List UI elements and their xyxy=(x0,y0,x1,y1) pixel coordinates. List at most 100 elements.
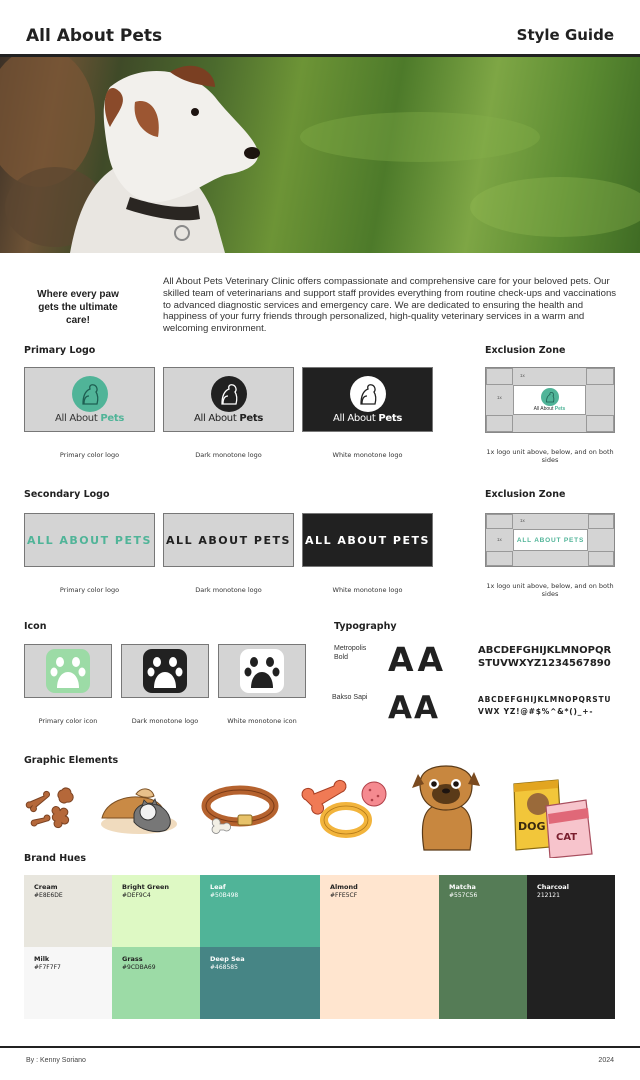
swatch-hex: #468585 xyxy=(210,964,238,971)
chew-toys-icon xyxy=(301,779,387,838)
logo-word-bold: Pets xyxy=(378,412,402,424)
intro-paragraph: All About Pets Veterinary Clinic offers … xyxy=(163,276,617,335)
paw-icon xyxy=(143,649,187,693)
swatch-charcoal: Charcoal 212121 xyxy=(527,875,615,1019)
swatch-name: Matcha xyxy=(449,883,476,891)
font-name-metropolis: Metropolis Bold xyxy=(334,645,367,661)
swatch-grass: Grass #9CDBA69 xyxy=(112,947,200,1019)
font-charset-metropolis: ABCDEFGHIJKLMNOPQR STUVWXYZ1234567890 xyxy=(478,645,612,669)
icon-color-caption: Primary color icon xyxy=(38,717,98,725)
paw-dog-logo-icon xyxy=(349,375,386,412)
primary-logo-dark: All About Pets xyxy=(163,367,294,432)
primary-logo-title: Primary Logo xyxy=(24,345,96,356)
dog-treats-icon xyxy=(25,787,74,829)
swatch-hex: #E8E6DE xyxy=(34,892,63,899)
swatch-milk: Milk #F7F7F7 xyxy=(24,947,112,1019)
exclusion-zone-caption: 1x logo unit above, below, and on both s… xyxy=(486,582,614,598)
primary-logo-color-caption: Primary color logo xyxy=(59,451,120,459)
dog-photo-illustration xyxy=(0,57,640,253)
swatch-name: Cream xyxy=(34,883,58,891)
footer-year: 2024 xyxy=(598,1057,614,1064)
logo-word-regular: All About xyxy=(55,412,98,424)
swatch-hex: #50B498 xyxy=(210,892,239,899)
hero-dog-photo xyxy=(0,57,640,253)
exclusion-zone-logo: All About Pets xyxy=(513,385,586,415)
wordmark: ALL ABOUT PETS xyxy=(305,533,430,547)
swatch-hex: #DEF9C4 xyxy=(122,892,151,899)
swatch-cream: Cream #E8E6DE xyxy=(24,875,112,947)
wordmark: ALL ABOUT PETS xyxy=(27,533,152,547)
swatch-matcha: Matcha #557C56 xyxy=(439,875,527,1019)
swatch-name: Charcoal xyxy=(537,883,569,891)
exclusion-zone-primary-diagram: All About Pets 1x 1x xyxy=(485,367,615,433)
primary-logo-dark-caption: Dark monotone logo xyxy=(195,451,262,459)
sleeping-pets-icon xyxy=(101,788,177,834)
font-charset-bakso: ABCDEFGHIJKLMNOPQRSTU VWX YZ!@#$%^&*()_+… xyxy=(478,695,612,716)
wordmark: ALL ABOUT PETS xyxy=(516,536,585,544)
swatch-hex: #9CDBA69 xyxy=(122,964,156,971)
paw-dog-logo-icon xyxy=(210,375,247,412)
swatch-hex: #F7F7F7 xyxy=(34,964,61,971)
swatch-name: Grass xyxy=(122,955,143,963)
swatch-name: Deep Sea xyxy=(210,955,245,963)
footer-author: By : Kenny Soriano xyxy=(26,1057,86,1064)
exclusion-zone-wordmark: ALL ABOUT PETS xyxy=(513,529,588,551)
icon-white-caption: White monotone icon xyxy=(227,717,297,725)
swatch-hex: 212121 xyxy=(537,892,560,899)
exclusion-unit-top: 1x xyxy=(520,373,525,378)
secondary-logo-color-caption: Primary color logo xyxy=(59,586,120,594)
style-guide-title: Style Guide xyxy=(516,26,614,44)
secondary-logo-white: ALL ABOUT PETS xyxy=(302,513,433,567)
exclusion-unit-left: 1x xyxy=(497,537,502,542)
icon-dark xyxy=(121,644,209,698)
wordmark: ALL ABOUT PETS xyxy=(166,533,291,547)
exclusion-zone-secondary-diagram: ALL ABOUT PETS 1x 1x xyxy=(485,513,615,567)
font-name-bakso: Bakso Sapi xyxy=(332,694,368,701)
paw-icon xyxy=(46,649,90,693)
logo-word-bold: Pets xyxy=(100,412,124,424)
graphic-elements-title: Graphic Elements xyxy=(24,755,119,766)
cat-food-label: CAT xyxy=(556,832,577,843)
primary-logo-color: All About Pets xyxy=(24,367,155,432)
swatch-leaf: Leaf #50B498 xyxy=(200,875,320,947)
primary-logo-white-caption: White monotone logo xyxy=(332,451,403,459)
icon-section-title: Icon xyxy=(24,621,47,632)
swatch-hex: #FFE5CF xyxy=(330,892,358,899)
paw-dog-logo-icon xyxy=(540,388,559,406)
font-sample-metropolis: AA xyxy=(388,640,448,679)
swatch-name: Almond xyxy=(330,883,358,891)
typography-title: Typography xyxy=(334,621,397,632)
footer-divider xyxy=(0,1046,640,1048)
secondary-logo-color: ALL ABOUT PETS xyxy=(24,513,155,567)
secondary-logo-white-caption: White monotone logo xyxy=(332,586,403,594)
swatch-hex: #557C56 xyxy=(449,892,478,899)
swatch-name: Leaf xyxy=(210,883,226,891)
paw-dog-logo-icon xyxy=(71,375,108,412)
swatch-name: Bright Green xyxy=(122,883,170,891)
swatch-deep-sea: Deep Sea #468585 xyxy=(200,947,320,1019)
icon-color xyxy=(24,644,112,698)
logo-word-bold: Pets xyxy=(554,406,566,412)
exclusion-zone-caption: 1x logo unit above, below, and on both s… xyxy=(486,448,614,464)
swatch-name: Milk xyxy=(34,955,50,963)
paw-icon xyxy=(240,649,284,693)
tagline: Where every paw gets the ultimate care! xyxy=(37,289,119,326)
secondary-logo-dark: ALL ABOUT PETS xyxy=(163,513,294,567)
secondary-logo-dark-caption: Dark monotone logo xyxy=(195,586,262,594)
brand-title: All About Pets xyxy=(26,26,163,46)
pet-food-bags-icon: DOG CAT xyxy=(513,779,593,858)
exclusion-zone-title: Exclusion Zone xyxy=(485,489,566,500)
logo-word-regular: All About xyxy=(194,412,237,424)
icon-dark-caption: Dark monotone logo xyxy=(131,717,199,725)
exclusion-zone-title: Exclusion Zone xyxy=(485,345,566,356)
logo-word-regular: All About xyxy=(533,406,554,412)
swatch-almond: Almond #FFE5CF xyxy=(320,875,439,1019)
secondary-logo-title: Secondary Logo xyxy=(24,489,110,500)
brand-hues-title: Brand Hues xyxy=(24,853,87,864)
dog-food-label: DOG xyxy=(518,820,546,833)
primary-logo-white: All About Pets xyxy=(302,367,433,432)
dog-collar-icon xyxy=(201,785,279,834)
exclusion-unit-top: 1x xyxy=(520,518,525,523)
logo-word-bold: Pets xyxy=(239,412,263,424)
pug-dog-icon xyxy=(412,765,480,851)
